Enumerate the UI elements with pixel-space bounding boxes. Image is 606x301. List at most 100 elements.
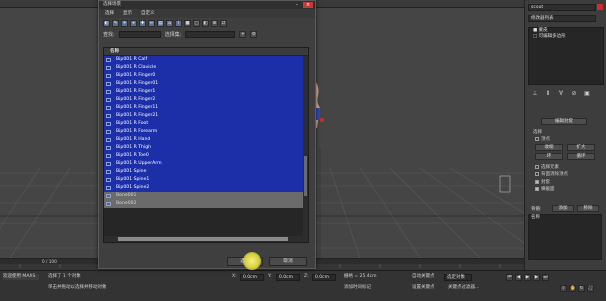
add-time-tag-label[interactable]: 添加时间标记 — [344, 285, 371, 291]
add-bone-button[interactable]: 添加 — [552, 205, 574, 212]
close-icon[interactable]: × — [303, 2, 313, 8]
list-item-label: Bip001 Spine2 — [116, 185, 150, 190]
helper-filter-icon[interactable]: ✚ — [139, 20, 146, 27]
vertex-checkbox[interactable]: 顶点 — [535, 136, 550, 142]
list-item[interactable]: Bip001 R Finger11 — [104, 104, 308, 112]
list-item[interactable]: Bip001 R Finger01 — [104, 80, 308, 88]
shrink-button[interactable]: 收缩 — [535, 144, 563, 151]
light-filter-icon[interactable]: ☀ — [121, 20, 128, 27]
list-item-label: Bip001 R Thigh — [116, 145, 152, 150]
select-all-icon[interactable]: ■ — [184, 20, 191, 27]
z-coord-label: Z: — [304, 274, 309, 279]
x-coord-field[interactable]: 0.0cm — [240, 274, 264, 281]
geometry-filter-icon[interactable]: ◐ — [103, 20, 110, 27]
play-icon[interactable]: ▶ — [524, 274, 531, 281]
list-item[interactable]: Bone002 — [104, 200, 308, 208]
options-icon[interactable]: ⚙ — [250, 30, 258, 38]
list-item[interactable]: Bip001 R Toe0 — [104, 152, 308, 160]
invert-selection-icon[interactable]: ◧ — [202, 20, 209, 27]
list-item-label: Bip001 R Finger2 — [116, 97, 156, 102]
horizontal-scrollbar-thumb[interactable] — [118, 237, 288, 241]
envelope-checkbox[interactable]: 封套 — [535, 179, 550, 185]
menu-customize[interactable]: 自定义 — [141, 9, 155, 18]
pin-stack-icon[interactable]: ⊥ — [531, 90, 539, 98]
dialog-title-bar[interactable]: 选择场景 – × — [99, 1, 315, 9]
bone-list[interactable]: 名称 — [528, 214, 602, 260]
ring-button[interactable]: 环 — [535, 153, 563, 160]
list-item[interactable]: Bone001 — [104, 192, 308, 200]
list-item[interactable]: Bip001 R Finger0 — [104, 72, 308, 80]
camera-filter-icon[interactable]: ⌖ — [130, 20, 137, 27]
key-filters-button[interactable]: 关键点过滤器... — [448, 285, 479, 291]
group-filter-icon[interactable]: ▤ — [157, 20, 164, 27]
list-item[interactable]: Bip001 R Calf — [104, 56, 308, 64]
list-item[interactable]: Bip001 R UpperArm — [104, 160, 308, 168]
name-column-header[interactable]: 名称 — [104, 48, 308, 56]
list-item-label: Bip001 R Toe0 — [116, 153, 149, 158]
list-item[interactable]: Bip001 R Finger21 — [104, 112, 308, 120]
display-children-icon[interactable]: ⊞ — [211, 20, 218, 27]
vertical-scrollbar[interactable] — [303, 56, 308, 238]
select-none-icon[interactable]: □ — [193, 20, 200, 27]
menu-display[interactable]: 显示 — [123, 9, 132, 18]
object-color-swatch[interactable] — [597, 4, 603, 10]
selection-set-dropdown[interactable] — [185, 30, 236, 38]
dialog-title: 选择场景 — [103, 2, 121, 7]
z-coord-field[interactable]: 0.0cm — [312, 274, 336, 281]
configure-sets-icon[interactable]: ▣ — [583, 90, 591, 98]
make-unique-icon[interactable]: ∀ — [557, 90, 565, 98]
orbit-icon[interactable]: ↻ — [578, 285, 585, 292]
backface-checkbox[interactable]: 背面消除顶点 — [535, 171, 568, 177]
loop-button[interactable]: 循环 — [567, 153, 595, 160]
menu-select[interactable]: 选择 — [105, 9, 114, 18]
zoom-icon[interactable]: ⌕ — [560, 285, 567, 292]
list-item[interactable]: Bip001 Spine2 — [104, 184, 308, 192]
key-mode-dropdown[interactable]: 选定对象 — [444, 274, 472, 281]
selection-set-icon[interactable]: ▾ — [239, 30, 247, 38]
list-item[interactable]: Bip001 Spine1 — [104, 176, 308, 184]
object-name-field[interactable]: scout — [528, 4, 596, 11]
go-to-start-icon[interactable]: ⏮ — [506, 274, 513, 281]
grow-button[interactable]: 扩大 — [567, 144, 595, 151]
cross-section-checkbox[interactable]: 横截面 — [535, 186, 555, 192]
bone-icon — [106, 178, 111, 182]
select-element-checkbox[interactable]: 选择元素 — [535, 164, 559, 170]
remove-modifier-icon[interactable]: ⊘ — [570, 90, 578, 98]
shape-filter-icon[interactable]: ✎ — [112, 20, 119, 27]
maximize-viewport-icon[interactable]: ⛶ — [587, 285, 594, 292]
cancel-button[interactable]: 取消 — [269, 257, 307, 266]
sync-selection-icon[interactable]: ⇄ — [220, 20, 227, 27]
list-item[interactable]: Bip001 R Forearm — [104, 128, 308, 136]
list-item[interactable]: Bip001 R Clavicle — [104, 64, 308, 72]
list-item[interactable]: Bip001 R Hand — [104, 136, 308, 144]
bone-filter-icon[interactable]: ⌇ — [175, 20, 182, 27]
next-frame-icon[interactable]: ▶ — [533, 274, 540, 281]
edit-envelope-button[interactable]: 编辑封套 — [541, 118, 587, 125]
find-input[interactable] — [118, 30, 161, 38]
horizontal-scrollbar[interactable] — [104, 236, 308, 242]
prev-frame-icon[interactable]: ◀ — [515, 274, 522, 281]
list-item[interactable]: Bip001 Spine — [104, 168, 308, 176]
list-item[interactable]: Bip001 R Finger2 — [104, 96, 308, 104]
object-list[interactable]: 名称 Bip001 R Calf Bip001 R Clavicle Bip001 … — [103, 47, 309, 243]
modifier-list-dropdown[interactable]: 修改器列表 — [528, 15, 596, 22]
y-coord-field[interactable]: 0.0cm — [276, 274, 300, 281]
vertical-scrollbar-thumb[interactable] — [304, 156, 307, 196]
find-label: 查找: — [103, 31, 115, 38]
set-key-button[interactable]: 设置关键点 — [412, 285, 435, 291]
minimize-icon[interactable]: – — [293, 2, 301, 8]
list-item[interactable]: Bip001 R Foot — [104, 120, 308, 128]
bone-icon — [106, 66, 111, 70]
list-item[interactable]: Bip001 R Thigh — [104, 144, 308, 152]
spacewarp-filter-icon[interactable]: ≈ — [148, 20, 155, 27]
pan-icon[interactable]: ✋ — [569, 285, 576, 292]
xref-filter-icon[interactable]: ⌂ — [166, 20, 173, 27]
bone-icon — [106, 146, 111, 150]
list-item[interactable]: Bip001 R Finger1 — [104, 88, 308, 96]
auto-key-button[interactable]: 自动关键点 — [412, 274, 435, 280]
remove-bone-button[interactable]: 移除 — [577, 205, 599, 212]
go-to-end-icon[interactable]: ⏭ — [542, 274, 549, 281]
show-end-result-icon[interactable]: Ⅱ — [544, 90, 552, 98]
modifier-stack-item[interactable]: □ 可编辑多边形 — [529, 34, 603, 40]
selection-count-label: 选择了 1 个对象 — [48, 274, 81, 279]
